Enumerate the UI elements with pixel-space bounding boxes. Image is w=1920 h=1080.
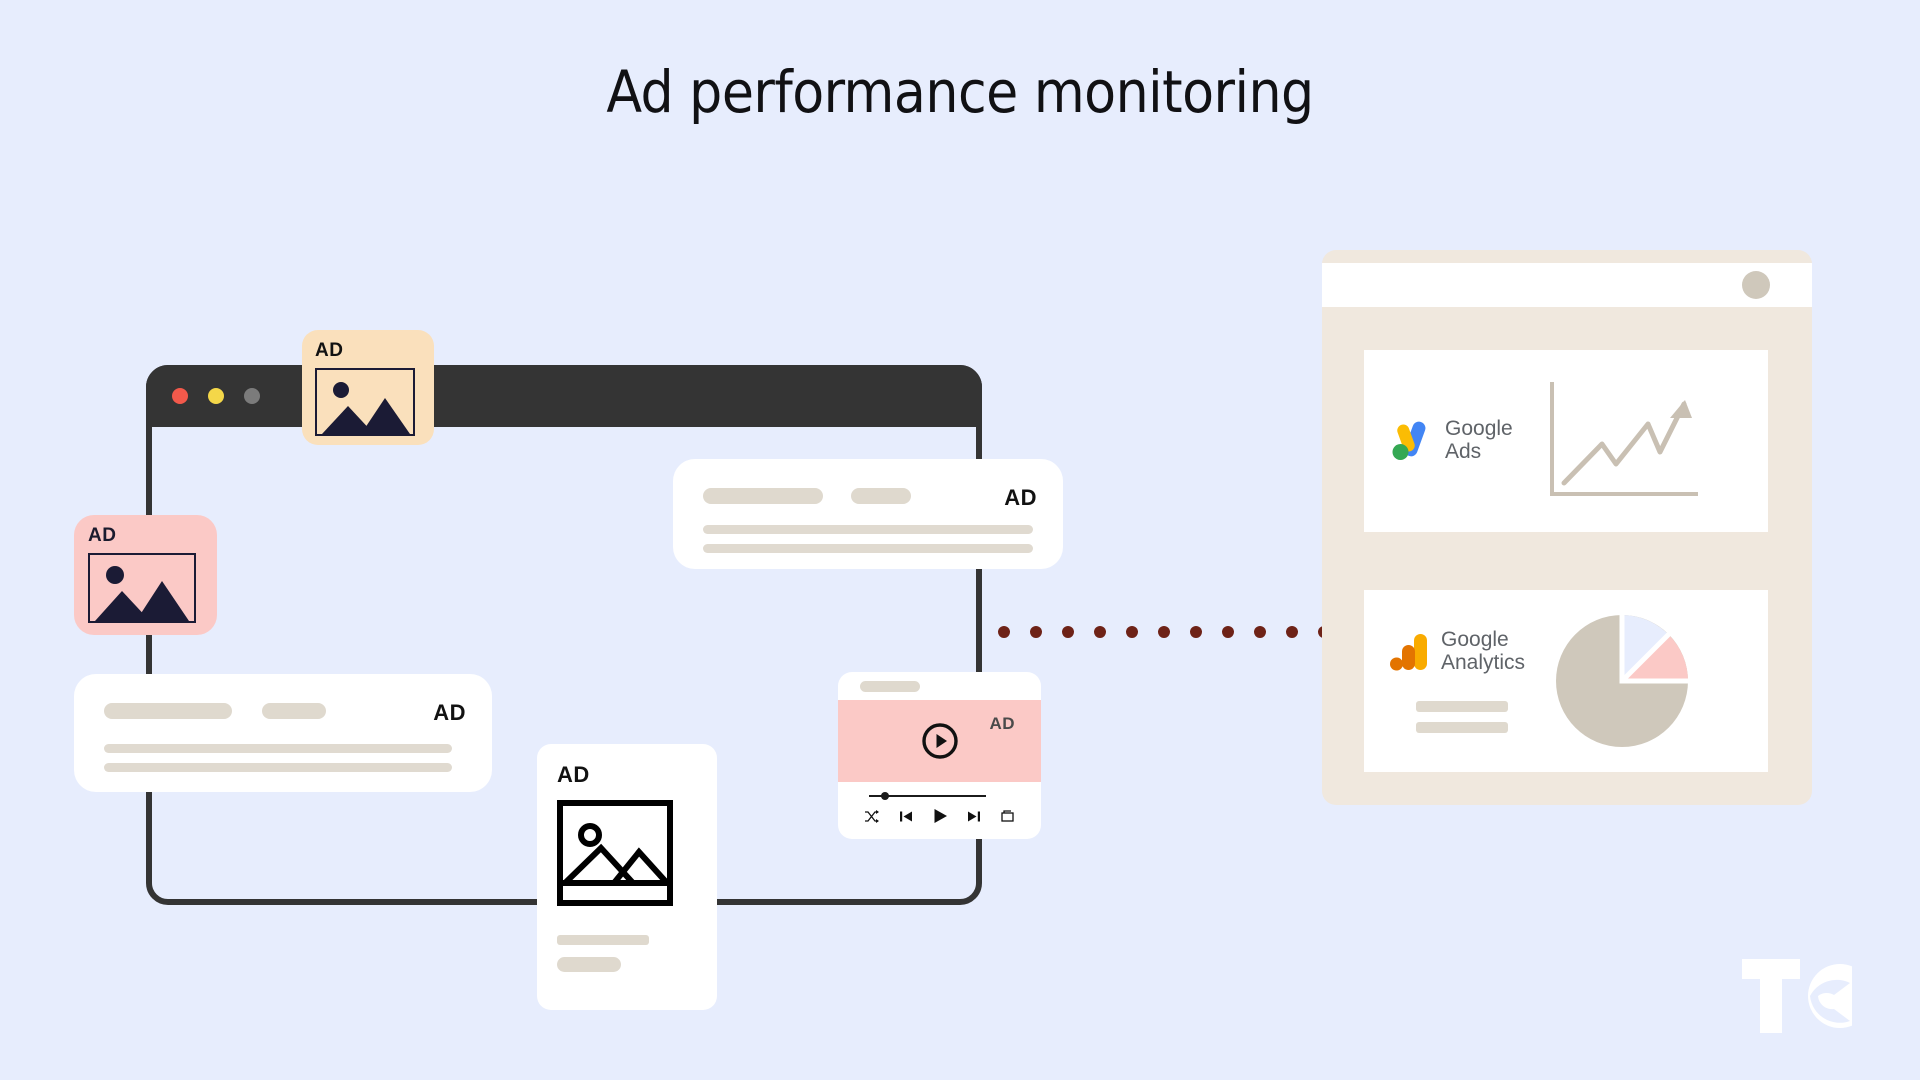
placeholder-bar [1416,721,1508,733]
next-track-icon[interactable] [967,810,981,823]
tc-logo-icon [1742,959,1872,1033]
ad-badge: AD [557,762,590,787]
placeholder-bar [860,681,920,692]
ad-badge: AD [1004,485,1037,510]
avatar[interactable] [1742,271,1770,299]
connector-dot [1254,626,1266,638]
connector-dot [1030,626,1042,638]
connector-dot [1286,626,1298,638]
minimize-dot[interactable] [208,388,224,404]
image-placeholder-outline-icon [557,800,673,906]
placeholder-bar [703,488,823,504]
placeholder-bar [557,957,621,972]
google-analytics-panel[interactable]: Google Analytics [1364,590,1768,772]
play-circle-icon[interactable] [921,722,959,760]
google-analytics-logo [1390,634,1427,671]
video-screen[interactable]: AD [838,700,1041,782]
logo-line-1: Google [1445,417,1513,441]
ad-card-vertical[interactable]: AD [537,744,717,1010]
image-placeholder-icon [88,553,196,623]
video-controls [838,782,1041,839]
google-ads-panel[interactable]: Google Ads [1364,350,1768,532]
connector-dot [998,626,1010,638]
pie-chart [1556,609,1694,747]
tc-logo-watermark [1738,955,1872,1042]
ad-badge: AD [989,714,1015,733]
google-ads-logo [1392,421,1426,460]
placeholder-line [703,544,1033,553]
video-progress-knob[interactable] [881,792,889,800]
logo-line-1: Google [1441,628,1509,652]
image-placeholder-icon [315,368,415,436]
placeholder-line [104,763,452,772]
page-title: Ad performance monitoring [606,58,1314,126]
illustration-canvas: Ad performance monitoring AD AD AD AD AD… [0,0,1920,1080]
connector-dot [1222,626,1234,638]
connector-dot [1126,626,1138,638]
placeholder-bar [1416,700,1508,712]
video-progress-bar[interactable] [869,792,986,800]
google-analytics-logo-text: Google Analytics [1441,629,1525,674]
shuffle-icon[interactable] [864,809,879,823]
analytics-dashboard: Google Ads Google Analytics [1322,250,1812,805]
line-chart-up-arrow [1550,382,1698,496]
maximize-dot[interactable] [244,388,260,404]
placeholder-bar [851,488,911,504]
browser-titlebar [146,365,982,427]
connector-dot [1190,626,1202,638]
ad-badge: AD [315,340,344,361]
logo-line-2: Analytics [1441,651,1526,674]
connector-dot [1094,626,1106,638]
play-icon[interactable] [933,808,948,824]
connector-dot [1062,626,1074,638]
logo-line-2: Ads [1445,440,1482,463]
placeholder-bar [557,935,649,945]
ad-card-text-left[interactable]: AD [74,674,492,792]
close-dot[interactable] [172,388,188,404]
ad-card-video[interactable]: AD [838,672,1041,839]
dashboard-header [1322,263,1812,307]
placeholder-bar [262,703,326,719]
video-card-header [838,672,1041,700]
placeholder-bar [104,703,232,719]
google-analytics-logo-block: Google Analytics [1364,629,1544,733]
ad-badge: AD [88,525,117,546]
google-ads-logo-block: Google Ads [1364,418,1544,463]
ad-card-pink[interactable]: AD [74,515,217,635]
placeholder-line [703,525,1033,534]
analytics-placeholder-bars [1390,700,1544,733]
previous-track-icon[interactable] [899,810,913,823]
connector-dot [1158,626,1170,638]
google-ads-logo-text: Google Ads [1445,418,1513,463]
ad-card-peach[interactable]: AD [302,330,434,445]
ad-badge: AD [433,700,466,725]
ad-card-text-top[interactable]: AD [673,459,1063,569]
placeholder-line [104,744,452,753]
repeat-icon[interactable] [1001,810,1014,822]
